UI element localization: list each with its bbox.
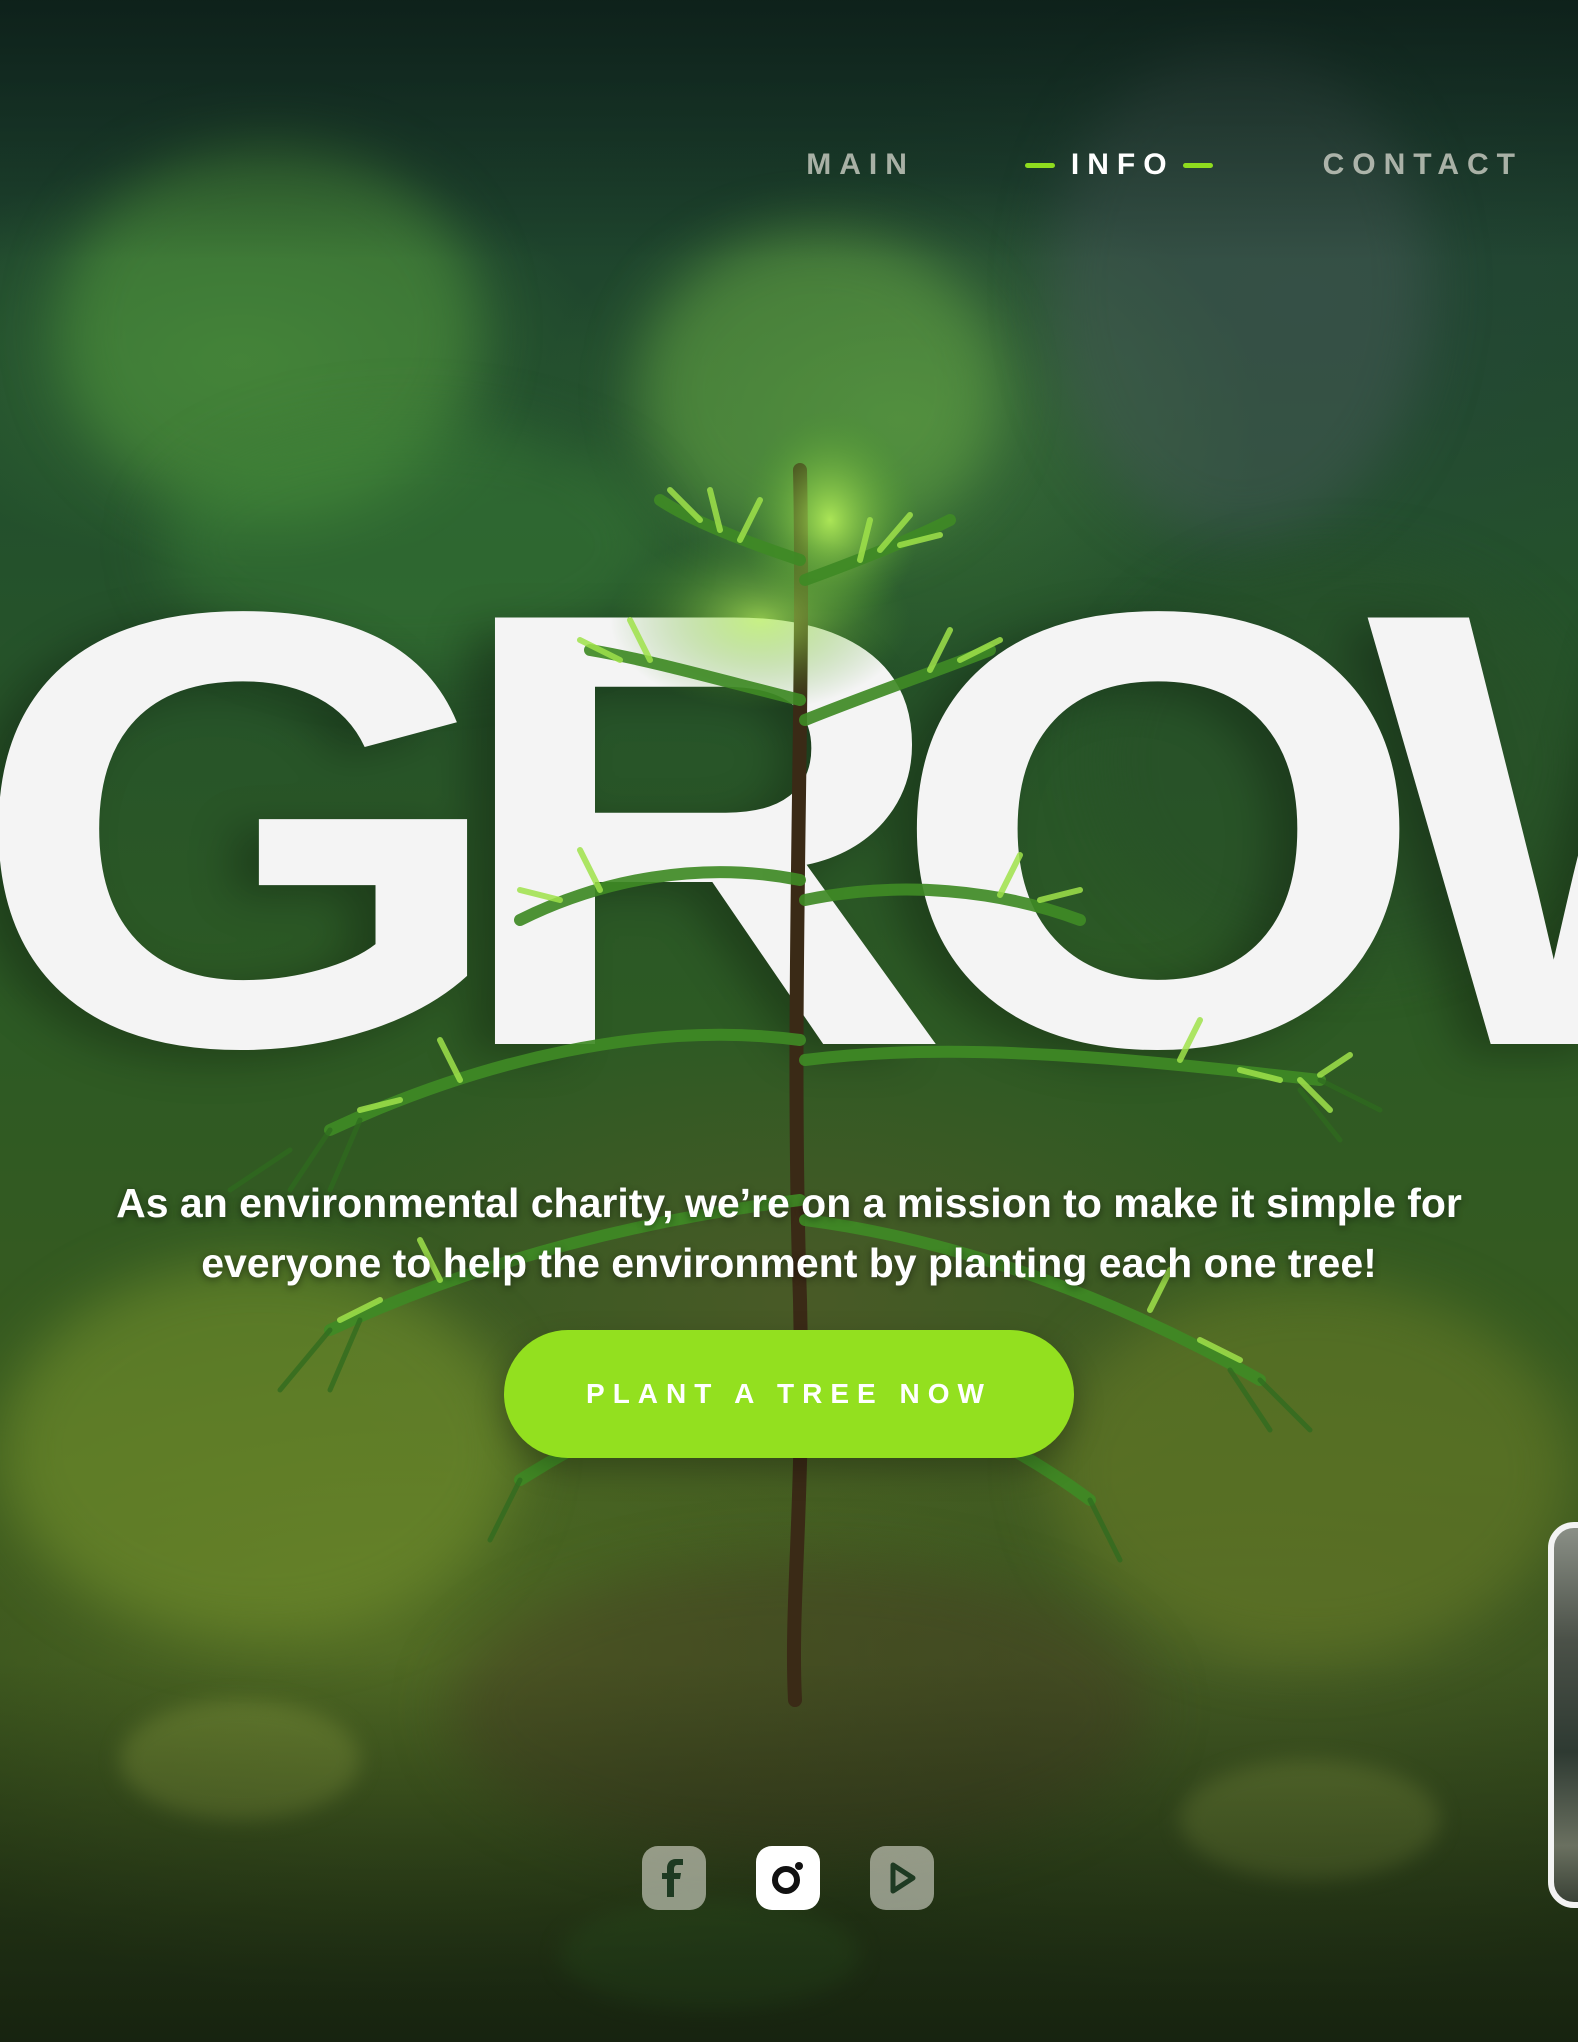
facebook-link[interactable]	[642, 1846, 706, 1910]
nav-item-info-label: INFO	[1070, 148, 1175, 181]
nav-item-contact-label: CONTACT	[1322, 148, 1523, 181]
facebook-icon	[662, 1859, 683, 1897]
active-indicator-right	[1182, 162, 1213, 168]
plant-tree-button-label: PLANT A TREE NOW	[586, 1378, 992, 1409]
side-preview-card[interactable]	[1548, 1522, 1578, 1908]
instagram-link[interactable]	[756, 1846, 820, 1910]
active-indicator-left	[1024, 162, 1055, 168]
nav-item-main-label: MAIN	[806, 148, 915, 181]
nav-item-contact[interactable]: CONTACT	[1323, 148, 1523, 182]
hero-headline: GROW	[0, 560, 1578, 1120]
instagram-icon	[772, 1862, 803, 1894]
plant-tree-button[interactable]: PLANT A TREE NOW	[504, 1330, 1074, 1458]
hero-headline-wrapper: GROW	[0, 560, 1578, 1120]
youtube-icon	[890, 1862, 916, 1894]
mission-statement: As an environmental charity, we’re on a …	[116, 1180, 1462, 1286]
main-navigation: MAIN INFO CONTACT	[806, 148, 1523, 182]
nav-item-main[interactable]: MAIN	[806, 148, 915, 182]
nav-item-info[interactable]: INFO	[1024, 148, 1213, 182]
social-links	[642, 1846, 934, 1910]
youtube-link[interactable]	[870, 1846, 934, 1910]
